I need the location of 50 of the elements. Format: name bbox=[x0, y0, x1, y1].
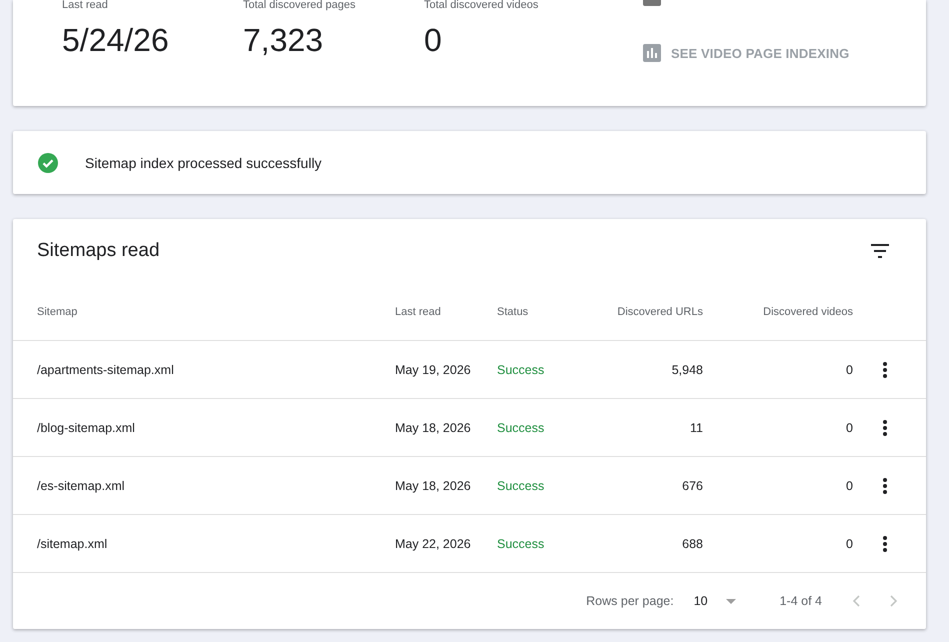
table-cell-text: Success bbox=[497, 536, 546, 550]
table-cell-text: /blog-sitemap.xml bbox=[37, 420, 136, 434]
rows-per-page-select[interactable]: 10 bbox=[694, 594, 736, 608]
dropdown-caret-icon bbox=[726, 598, 736, 604]
column-header: Discovered URLs bbox=[617, 306, 703, 318]
more-button[interactable] bbox=[881, 534, 889, 554]
column-header: Discovered videos bbox=[763, 306, 853, 318]
table-cell-text: May 18, 2026 bbox=[395, 420, 472, 434]
more-vertical-icon bbox=[883, 536, 887, 552]
table-cell: 688 bbox=[682, 536, 703, 550]
stat-value: 0 bbox=[424, 22, 442, 58]
stat-value: 7,323 bbox=[243, 22, 324, 58]
table-cell: 676 bbox=[682, 478, 703, 492]
more-button[interactable] bbox=[881, 418, 889, 438]
stat-label: Total discovered pages bbox=[243, 0, 356, 11]
filter-icon bbox=[871, 244, 889, 258]
more-button[interactable] bbox=[881, 360, 889, 380]
table-cell-text: May 19, 2026 bbox=[395, 362, 472, 376]
stat-value: 5/24/26 bbox=[62, 22, 169, 58]
status-message: Sitemap index processed successfully bbox=[85, 154, 322, 170]
column-header: Status bbox=[497, 306, 530, 318]
table-cell: 0 bbox=[846, 536, 853, 550]
bar-chart-icon bbox=[643, 44, 661, 62]
more-vertical-icon bbox=[883, 420, 887, 436]
column-header: Sitemap bbox=[37, 306, 78, 318]
stat-label: Last read bbox=[62, 0, 108, 11]
chevron-left-icon bbox=[852, 595, 860, 607]
table-cell-text: /es-sitemap.xml bbox=[37, 478, 126, 492]
column-header: Last read bbox=[395, 306, 442, 318]
more-vertical-icon bbox=[883, 362, 887, 378]
table-cell-text: May 18, 2026 bbox=[395, 478, 472, 492]
more-vertical-icon bbox=[883, 478, 887, 494]
more-button[interactable] bbox=[881, 476, 889, 496]
table-cell: 0 bbox=[846, 478, 853, 492]
table-cell: 0 bbox=[846, 420, 853, 434]
table-cell: 0 bbox=[846, 362, 853, 376]
rows-per-page-label: Rows per page: bbox=[586, 594, 674, 608]
page-range: 1-4 of 4 bbox=[780, 594, 822, 608]
table-cell-text: Success bbox=[497, 478, 546, 492]
table-title: Sitemaps read bbox=[37, 240, 160, 262]
table-cell: 5,948 bbox=[672, 362, 703, 376]
table-cell-text: Success bbox=[497, 420, 546, 434]
table-cell-text: /apartments-sitemap.xml bbox=[37, 362, 175, 376]
chevron-right-icon bbox=[890, 595, 898, 607]
table-cell-text: May 22, 2026 bbox=[395, 536, 472, 550]
check-circle-icon bbox=[38, 152, 58, 172]
table-cell-text: /sitemap.xml bbox=[37, 536, 108, 550]
table-cell: 11 bbox=[690, 420, 703, 434]
table-cell-text: Success bbox=[497, 362, 546, 376]
stat-label: Total discovered videos bbox=[424, 0, 538, 11]
